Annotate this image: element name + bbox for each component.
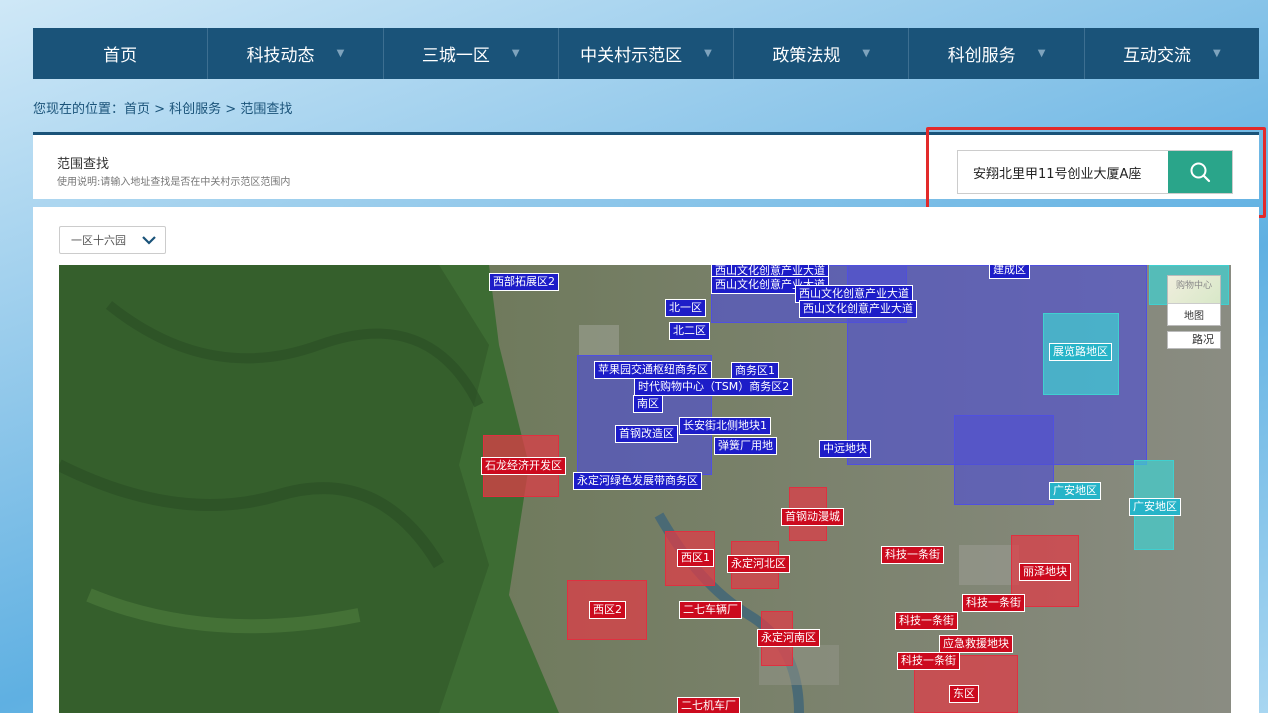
- chevron-down-icon: [142, 236, 156, 245]
- map-label-red[interactable]: 西区2: [589, 601, 626, 619]
- map-label-blue[interactable]: 建成区: [989, 265, 1030, 279]
- map-label-cyan[interactable]: 广安地区: [1049, 482, 1101, 500]
- map-label-blue[interactable]: 时代购物中心（TSM）商务区2: [634, 378, 794, 396]
- panel-title: 范围查找: [57, 157, 110, 172]
- caret-down-icon: ▼: [862, 48, 871, 59]
- nav-item-3[interactable]: 中关村示范区 ▼: [559, 28, 735, 79]
- map-type-option[interactable]: 地图: [1168, 304, 1220, 325]
- nav-item-6[interactable]: 互动交流 ▼: [1085, 28, 1259, 79]
- nav-item-label: 三城一区: [421, 46, 490, 66]
- map-view[interactable]: 西部拓展区2 北一区 北二区 西山文化创意产业大道 西山文化创意产业大道 西山文化创意产业…: [59, 265, 1231, 713]
- panel-description: 使用说明:请输入地址查找是否在中关村示范区范围内: [57, 177, 291, 188]
- map-label-blue[interactable]: 西部拓展区2: [489, 273, 559, 291]
- nav-item-label: 科创服务: [947, 46, 1016, 66]
- nav-item-label: 互动交流: [1122, 46, 1191, 66]
- main-nav: 首页 科技动态 ▼ 三城一区 ▼ 中关村示范区 ▼ 政策法规 ▼ 科创服务 ▼ 互动交流 ▼: [33, 28, 1259, 79]
- map-label-red[interactable]: 科技一条街: [881, 546, 944, 564]
- nav-item-4[interactable]: 政策法规 ▼: [734, 28, 910, 79]
- search-button[interactable]: [1168, 151, 1232, 193]
- search-panel: 范围查找 使用说明:请输入地址查找是否在中关村示范区范围内: [33, 132, 1259, 199]
- search-box: [957, 150, 1233, 194]
- nav-item-label: 科技动态: [246, 46, 315, 66]
- region-blue: [954, 415, 1054, 505]
- map-label-blue[interactable]: 弹簧厂用地: [714, 437, 777, 455]
- map-label-red[interactable]: 二七机车厂: [677, 697, 740, 713]
- map-label-blue[interactable]: 长安街北侧地块1: [679, 417, 771, 435]
- map-label-red[interactable]: 东区: [949, 685, 979, 703]
- search-icon: [1190, 162, 1211, 183]
- map-label-blue[interactable]: 西山文化创意产业大道: [799, 300, 917, 318]
- map-label-blue[interactable]: 北二区: [669, 322, 710, 340]
- map-label-red[interactable]: 应急救援地块: [939, 635, 1013, 653]
- map-label-cyan[interactable]: 广安地区: [1129, 498, 1181, 516]
- district-select-value: 一区十六园: [71, 234, 126, 247]
- caret-down-icon: ▼: [1212, 48, 1221, 59]
- map-label-red[interactable]: 科技一条街: [895, 612, 958, 630]
- map-label-red[interactable]: 二七车辆厂: [679, 601, 742, 619]
- nav-item-1[interactable]: 科技动态 ▼: [208, 28, 384, 79]
- nav-item-label: 中关村示范区: [580, 46, 683, 66]
- map-label-red[interactable]: 科技一条街: [897, 652, 960, 670]
- nav-item-label: 政策法规: [772, 46, 841, 66]
- nav-item-label: 首页: [103, 46, 138, 66]
- nav-item-0[interactable]: 首页: [33, 28, 209, 79]
- breadcrumb: 您现在的位置：首页 > 科创服务 > 范围查找: [33, 102, 293, 117]
- map-label-blue[interactable]: 永定河绿色发展带商务区: [573, 472, 702, 490]
- caret-down-icon: ▼: [704, 48, 712, 59]
- map-type-control[interactable]: 购物中心 地图: [1167, 275, 1221, 326]
- nav-item-2[interactable]: 三城一区 ▼: [384, 28, 559, 79]
- district-select[interactable]: 一区十六园: [59, 226, 166, 254]
- map-label-blue[interactable]: 苹果园交通枢纽商务区: [594, 361, 712, 379]
- map-label-red[interactable]: 科技一条街: [962, 594, 1025, 612]
- caret-down-icon: ▼: [511, 48, 520, 59]
- map-label-blue[interactable]: 中远地块: [819, 440, 871, 458]
- map-label-blue[interactable]: 北一区: [665, 299, 706, 317]
- map-label-blue[interactable]: 首钢改造区: [615, 425, 678, 443]
- caret-down-icon: ▼: [1037, 48, 1046, 59]
- map-label-red[interactable]: 丽泽地块: [1019, 563, 1071, 581]
- map-label-red[interactable]: 首钢动漫城: [781, 508, 844, 526]
- nav-item-5[interactable]: 科创服务 ▼: [909, 28, 1085, 79]
- map-label-red[interactable]: 永定河北区: [727, 555, 790, 573]
- map-label-cyan[interactable]: 展览路地区: [1049, 343, 1112, 361]
- map-label-red[interactable]: 永定河南区: [757, 629, 820, 647]
- address-search-input[interactable]: [958, 151, 1168, 193]
- map-label-red[interactable]: 西区1: [677, 549, 714, 567]
- map-label-red[interactable]: 石龙经济开发区: [481, 457, 566, 475]
- caret-down-icon: ▼: [336, 48, 345, 59]
- map-label-blue[interactable]: 南区: [633, 395, 663, 413]
- map-type-thumbnail: 购物中心: [1168, 276, 1220, 304]
- map-panel: 一区十六园 西部拓展区2 北一区 北二区 西山文化创意产业大道 西山文化创意产业…: [33, 207, 1259, 713]
- traffic-toggle-button[interactable]: 路况: [1167, 331, 1221, 349]
